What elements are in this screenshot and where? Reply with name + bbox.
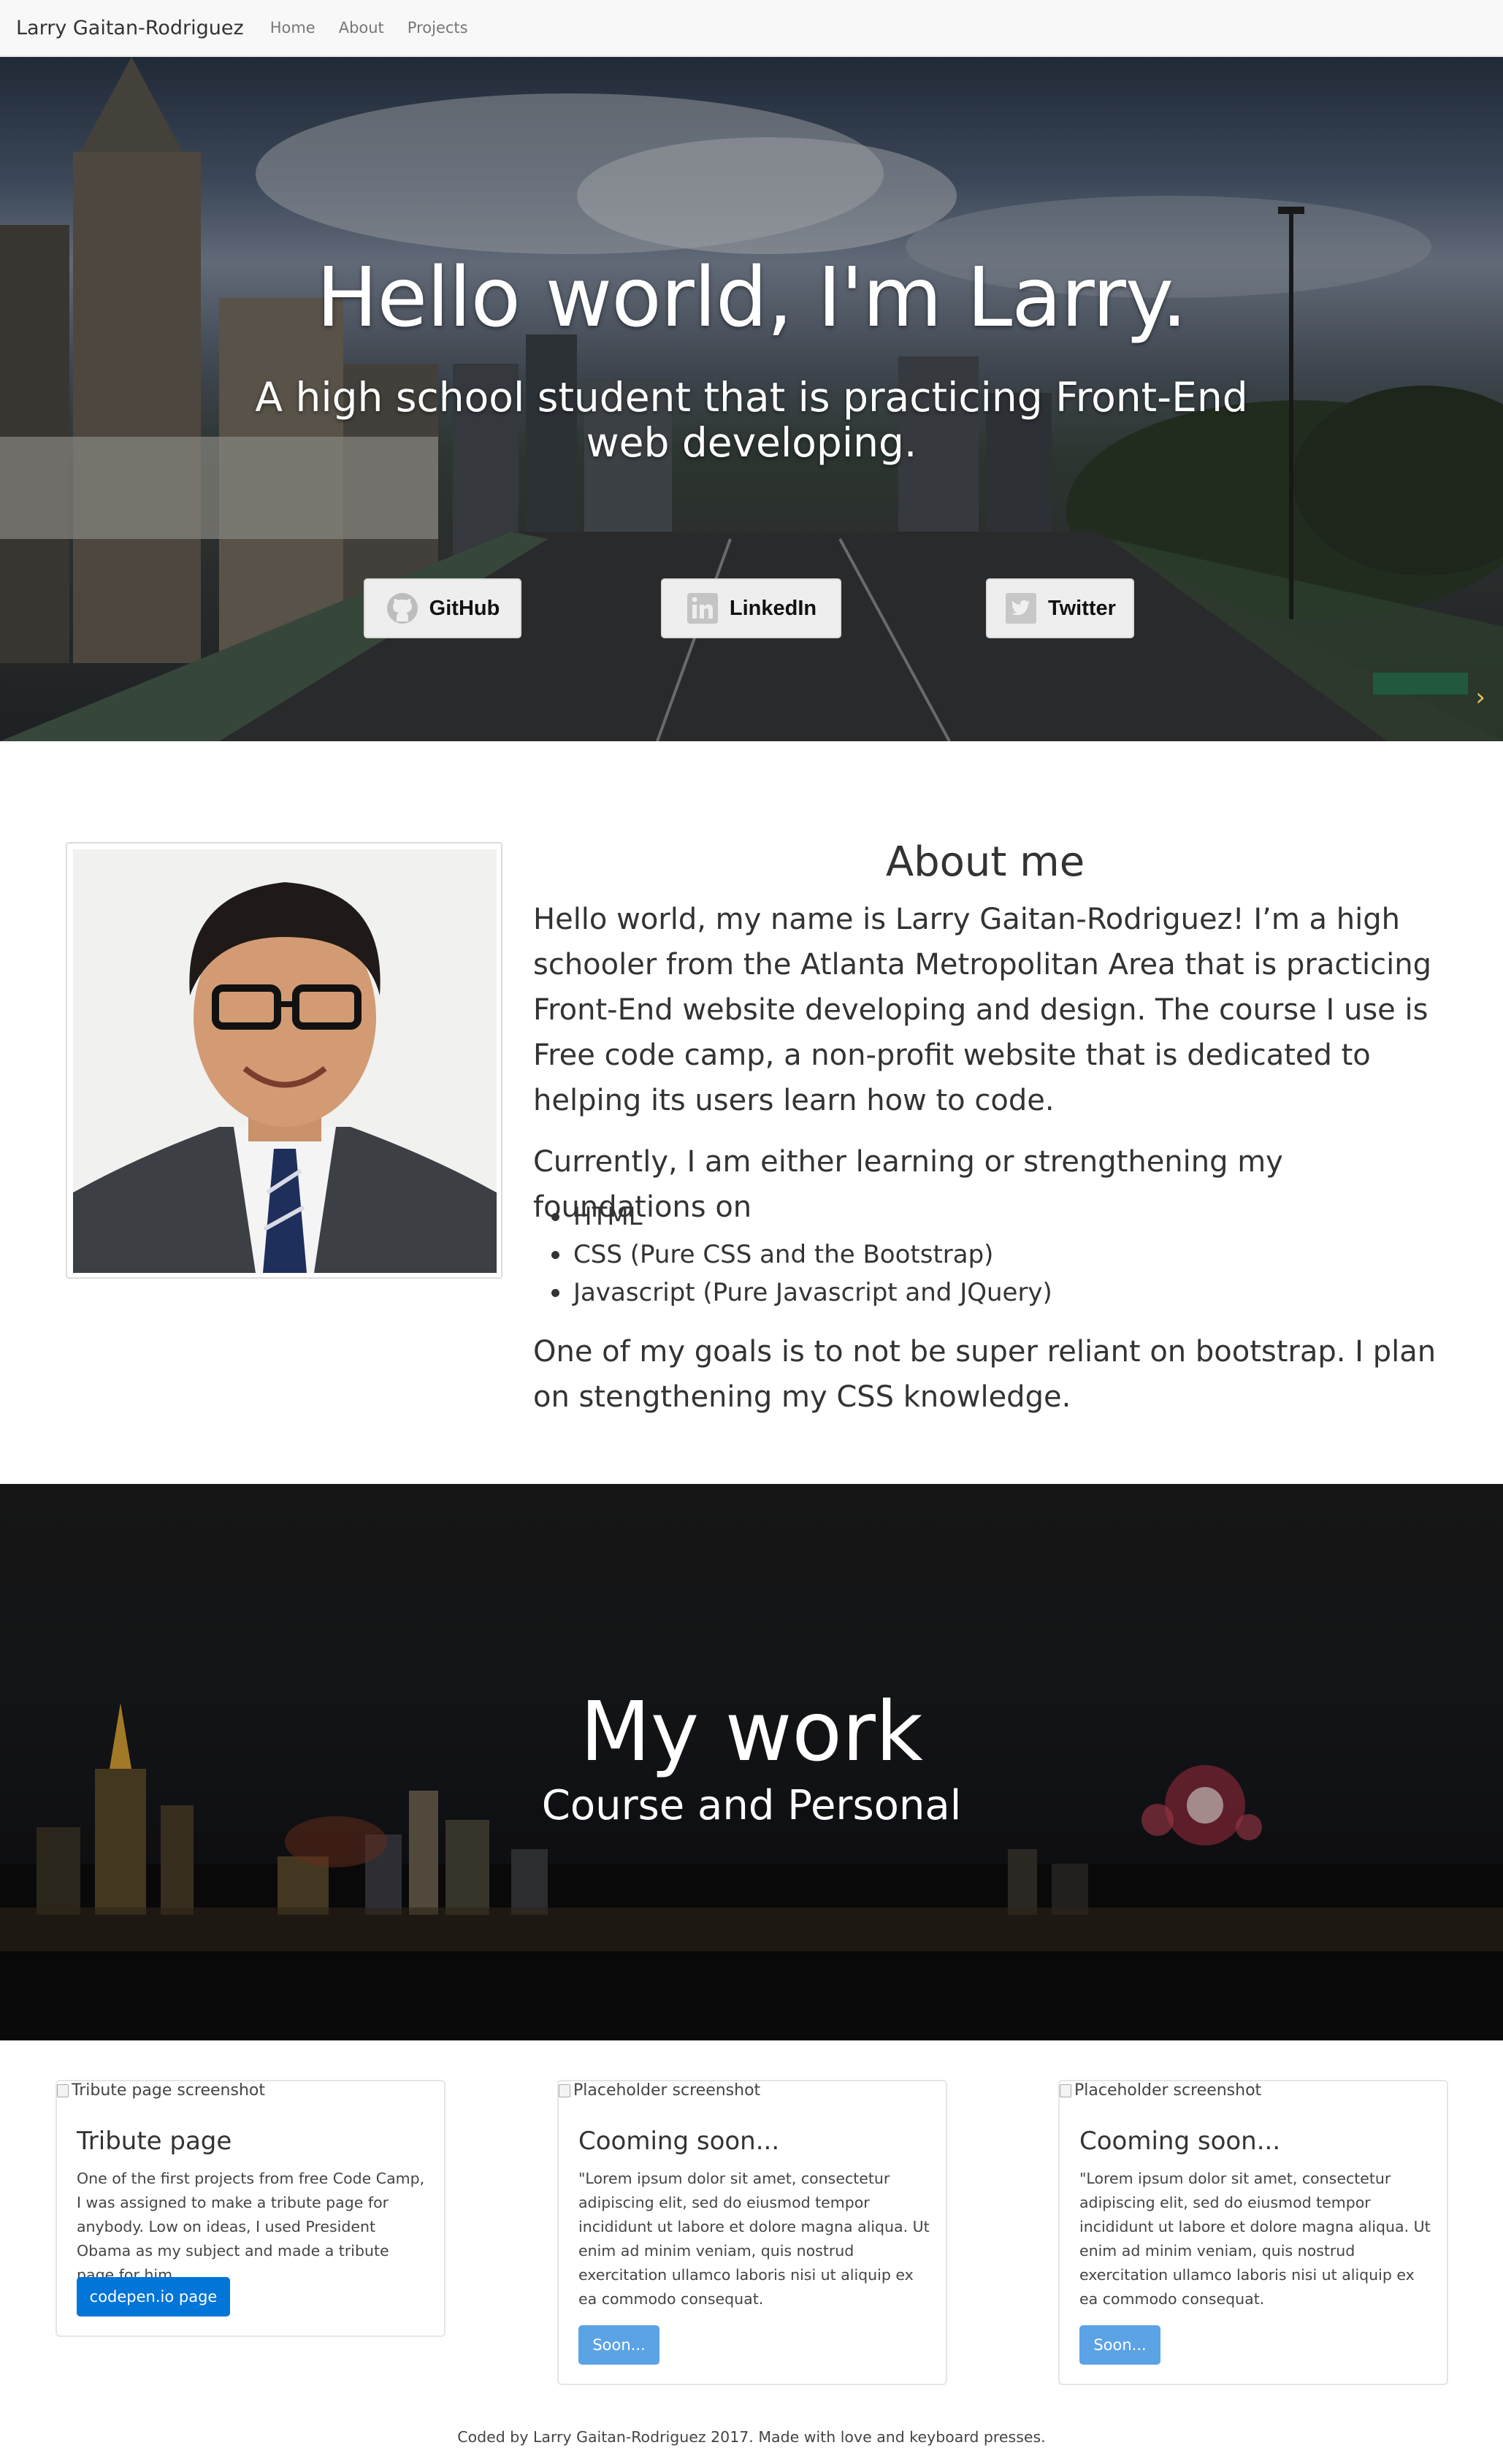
project-description: "Lorem ipsum dolor sit amet, consectetur… [578, 2170, 930, 2308]
profile-photo-frame [66, 842, 502, 1279]
project-card: Placeholder screenshot Cooming soon... "… [1058, 2080, 1448, 2385]
work-title: My work [580, 1685, 923, 1780]
project-image-alt: Placeholder screenshot [573, 2081, 761, 2100]
twitter-icon [1004, 592, 1038, 625]
hero-subtitle: A high school student that is practicing… [255, 374, 1248, 466]
github-button[interactable]: GitHub [364, 578, 521, 638]
about-title: About me [885, 838, 1085, 886]
codepen-button[interactable]: codepen.io page [77, 2277, 230, 2316]
project-card: Placeholder screenshot Cooming soon... "… [557, 2080, 947, 2385]
work-section: My work Course and Personal [0, 1484, 1503, 2040]
broken-image-icon [559, 2084, 570, 2097]
list-item: Javascript (Pure Javascript and JQuery) [551, 1274, 1052, 1312]
twitter-button[interactable]: Twitter [986, 578, 1134, 638]
project-description: "Lorem ipsum dolor sit amet, consectetur… [1079, 2170, 1431, 2308]
project-image-alt: Placeholder screenshot [1074, 2081, 1262, 2100]
project-image: Placeholder screenshot [559, 2081, 760, 2100]
chevron-right-icon: › [1475, 683, 1485, 712]
list-item: HTML [551, 1198, 1052, 1236]
footer-text: Coded by Larry Gaitan-Rodriguez 2017. Ma… [457, 2428, 1046, 2446]
linkedin-button-label: LinkedIn [729, 596, 817, 620]
profile-photo [73, 849, 497, 1273]
work-subtitle: Course and Personal [541, 1782, 962, 1829]
navbar-brand[interactable]: Larry Gaitan-Rodriguez [16, 17, 244, 39]
about-goals: One of my goals is to not be super relia… [533, 1335, 1437, 1414]
hero-title: Hello world, I'm Larry. [316, 250, 1188, 345]
linkedin-icon [686, 592, 719, 625]
project-image-alt: Tribute page screenshot [72, 2081, 265, 2100]
project-title: Cooming soon... [1079, 2127, 1281, 2156]
nav-link-home[interactable]: Home [270, 19, 315, 37]
github-icon [386, 592, 419, 625]
broken-image-icon [57, 2084, 69, 2097]
nav-link-about[interactable]: About [339, 19, 384, 37]
soon-button[interactable]: Soon... [578, 2325, 659, 2365]
hero-section: Hello world, I'm Larry. A high school st… [0, 57, 1503, 741]
project-image: Placeholder screenshot [1060, 2081, 1261, 2100]
project-title: Tribute page [77, 2127, 232, 2156]
skills-list: HTML CSS (Pure CSS and the Bootstrap) Ja… [551, 1198, 1052, 1312]
project-card: Tribute page screenshot Tribute page One… [56, 2080, 445, 2337]
project-image: Tribute page screenshot [57, 2081, 265, 2100]
list-item: CSS (Pure CSS and the Bootstrap) [551, 1236, 1052, 1274]
nav-link-projects[interactable]: Projects [408, 19, 468, 37]
about-intro: Hello world, my name is Larry Gaitan-Rod… [533, 903, 1431, 1117]
navbar: Larry Gaitan-Rodriguez Home About Projec… [0, 0, 1503, 57]
broken-image-icon [1060, 2084, 1071, 2097]
github-button-label: GitHub [429, 596, 500, 620]
twitter-button-label: Twitter [1048, 596, 1116, 620]
project-description: One of the first projects from free Code… [77, 2170, 425, 2284]
project-title: Cooming soon... [578, 2127, 780, 2156]
soon-button[interactable]: Soon... [1079, 2325, 1160, 2365]
linkedin-button[interactable]: LinkedIn [661, 578, 841, 638]
